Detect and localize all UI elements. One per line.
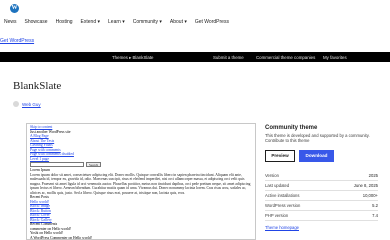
meta-row: Active installations 10,000+ (265, 191, 378, 201)
wordpress-logo-icon[interactable]: W (10, 4, 19, 13)
themes-subnav: Themes ▸ BlankSlate Submit a theme Comme… (0, 52, 390, 62)
avatar (13, 101, 19, 107)
meta-value: 2025 (368, 173, 378, 178)
theme-meta-list: Version 2025 Last updated June 8, 2025 Activ… (265, 171, 378, 221)
nav-item[interactable]: Showcase (25, 19, 48, 25)
main-menu: News Showcase Hosting Extend ▾ Learn ▾ Commun… (4, 19, 229, 25)
commercial-companies-link[interactable]: Commercial theme companies (256, 55, 315, 60)
nav-item[interactable]: Hosting (56, 19, 73, 25)
meta-label: Version (265, 173, 279, 178)
nav-item[interactable]: Get WordPress (195, 19, 229, 25)
meta-value: 5.2 (372, 203, 378, 208)
meta-row: Last updated June 8, 2025 (265, 181, 378, 191)
meta-row: PHP version 7.4 (265, 211, 378, 221)
nav-item[interactable]: Community ▾ (133, 19, 162, 25)
theme-actions: Preview Download (265, 150, 378, 162)
theme-title: BlankSlate (13, 80, 62, 92)
meta-row: Version 2025 (265, 171, 378, 181)
preview-search-input (30, 162, 84, 167)
meta-value: June 8, 2025 (353, 183, 378, 188)
meta-value: 7.4 (372, 213, 378, 218)
meta-label: Last updated (265, 183, 290, 188)
preview-search-form: Search (30, 162, 252, 167)
meta-label: PHP version (265, 213, 289, 218)
meta-label: Active installations (265, 193, 300, 198)
download-button[interactable]: Download (299, 150, 334, 162)
theme-homepage-link[interactable]: Theme homepage (265, 225, 378, 230)
community-theme-heading: Community theme (265, 125, 318, 131)
meta-value: 10,000+ (362, 193, 378, 198)
preview-text: A WordPress Commenter on Hello world! (30, 235, 93, 240)
my-favorites-link[interactable]: My favorites (323, 55, 347, 60)
community-theme-description: This theme is developed and supported by… (265, 133, 370, 143)
preview-search-button: Search (86, 162, 102, 167)
get-wordpress-link[interactable]: Get WordPress (0, 38, 34, 44)
nav-item[interactable]: About ▾ (170, 19, 187, 25)
theme-author-link[interactable]: Web Guy (22, 102, 41, 107)
global-header: W News Showcase Hosting Extend ▾ Learn ▾ Comm… (0, 0, 390, 38)
submit-theme-link[interactable]: Submit a theme (213, 55, 244, 60)
preview-paragraph: Lorem ipsum dolor sit amet, consectetuer… (30, 172, 251, 195)
themes-breadcrumb[interactable]: Themes ▸ BlankSlate (112, 55, 154, 61)
preview-button[interactable]: Preview (265, 150, 295, 162)
meta-row: WordPress version 5.2 (265, 201, 378, 211)
meta-label: WordPress version (265, 203, 301, 208)
nav-item[interactable]: Learn ▾ (108, 19, 125, 25)
nav-item[interactable]: Extend ▾ (81, 19, 100, 25)
nav-item[interactable]: News (4, 19, 17, 25)
preview-link: Level 1 page (30, 156, 50, 161)
theme-author-row: Web Guy (13, 101, 41, 107)
theme-preview-screenshot[interactable]: Skip to content Just another WordPress si… (26, 123, 256, 240)
theme-sidebar: Community theme This theme is developed … (265, 125, 378, 230)
